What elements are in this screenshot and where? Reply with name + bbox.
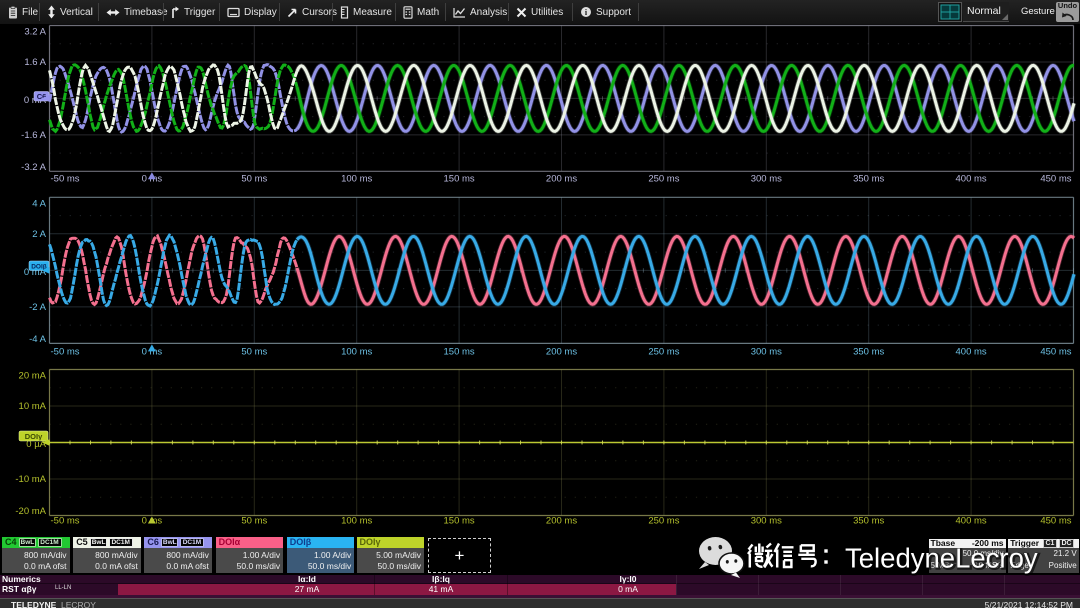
svg-text:TeledyneLecroy: TeledyneLecroy	[845, 543, 1038, 574]
